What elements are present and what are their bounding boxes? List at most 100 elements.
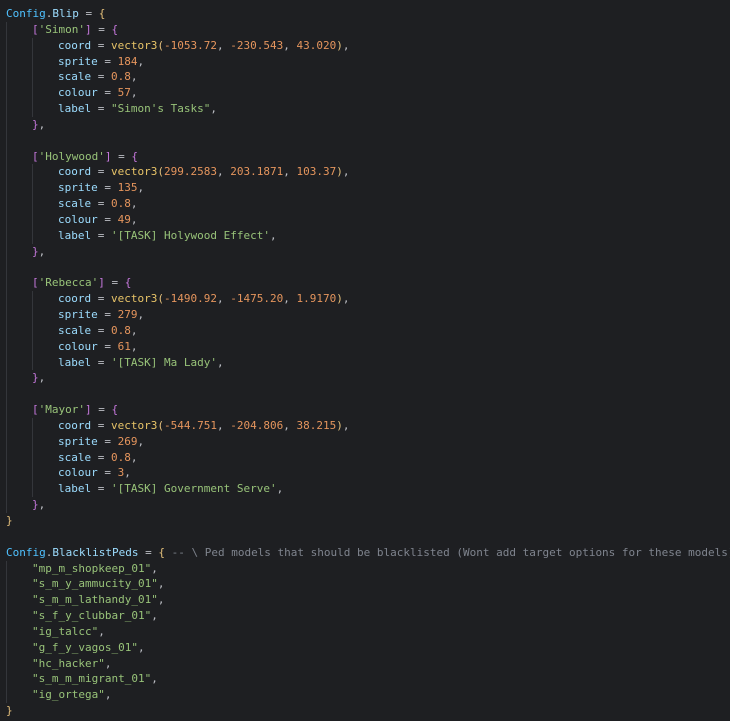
code-line[interactable]: label = '[TASK] Government Serve',: [0, 481, 730, 498]
code-token-op: =: [91, 228, 111, 242]
code-token-brace2: }: [32, 498, 39, 512]
code-line[interactable]: scale = 0.8,: [0, 196, 730, 212]
code-line[interactable]: },: [0, 243, 730, 260]
code-token-num: 0.8: [111, 197, 131, 211]
code-line[interactable]: [0, 259, 730, 276]
code-token-num: 57: [117, 86, 131, 100]
code-token-punc: ,: [104, 656, 112, 670]
code-line[interactable]: coord = vector3(-1490.92, -1475.20, 1.91…: [0, 291, 730, 308]
code-line[interactable]: colour = 57,: [0, 85, 730, 102]
code-line[interactable]: sprite = 135,: [0, 180, 730, 197]
code-token-punc: ,: [38, 117, 46, 131]
code-token-fn: vector3: [111, 292, 158, 306]
indent-guide: [32, 180, 33, 197]
code-content: label = '[TASK] Government Serve',: [6, 482, 283, 495]
code-content: scale = 0.8,: [6, 197, 138, 210]
code-line[interactable]: scale = 0.8,: [0, 69, 730, 86]
code-line[interactable]: [0, 386, 730, 403]
code-token-num: 103.37: [296, 165, 337, 179]
code-token-str: "g_f_y_vagos_01": [32, 640, 138, 654]
code-token-com: -- \ Ped models that should be blacklist…: [171, 545, 730, 559]
code-token-punc: ,: [216, 355, 224, 369]
code-token-brace2: {: [111, 22, 119, 36]
code-line[interactable]: "s_f_y_clubbar_01",: [0, 608, 730, 624]
code-token-num: 0.8: [111, 450, 131, 464]
code-token-punc: ,: [38, 371, 46, 385]
code-line[interactable]: sprite = 184,: [0, 53, 730, 70]
code-line[interactable]: "ig_ortega",: [0, 687, 730, 704]
code-token-op: =: [91, 292, 111, 306]
code-line[interactable]: },: [0, 116, 730, 133]
code-line[interactable]: [0, 529, 730, 545]
code-line[interactable]: [0, 132, 730, 149]
code-token-punc: ,: [342, 38, 350, 52]
code-line[interactable]: "hc_hacker",: [0, 655, 730, 672]
code-token-prop: sprite: [58, 308, 98, 322]
code-line[interactable]: ['Mayor'] = {: [0, 402, 730, 418]
indent-guide: [32, 307, 33, 323]
code-token-punc: ,: [137, 181, 145, 195]
indent-guide: [6, 671, 7, 688]
code-content: },: [6, 371, 45, 384]
code-token-str: "Simon's Tasks": [111, 102, 211, 116]
code-line[interactable]: colour = 61,: [0, 338, 730, 355]
code-line[interactable]: colour = 3,: [0, 465, 730, 482]
code-token-punc: ,: [38, 244, 46, 258]
code-line[interactable]: coord = vector3(-1053.72, -230.543, 43.0…: [0, 37, 730, 54]
code-line[interactable]: coord = vector3(-544.751, -204.806, 38.2…: [0, 417, 730, 434]
indent-guide: [6, 69, 7, 86]
code-token-punc: ,: [130, 197, 138, 211]
indent-guide: [6, 307, 7, 323]
indent-guide: [6, 196, 7, 212]
code-line[interactable]: "g_f_y_vagos_01",: [0, 639, 730, 656]
code-line[interactable]: },: [0, 370, 730, 387]
code-line[interactable]: "s_m_m_lathandy_01",: [0, 592, 730, 609]
code-token-brace: ): [336, 292, 343, 306]
code-line[interactable]: "ig_talcc",: [0, 623, 730, 640]
code-token-obj: Config: [6, 7, 46, 20]
code-line[interactable]: coord = vector3(299.2583, 203.1871, 103.…: [0, 164, 730, 181]
code-token-brace2: }: [32, 117, 39, 131]
code-content: coord = vector3(-544.751, -204.806, 38.2…: [6, 419, 349, 432]
code-line[interactable]: Config.Blip = {: [0, 6, 730, 22]
code-content: Config.Blip = {: [6, 7, 105, 20]
code-content: "ig_talcc",: [6, 625, 105, 638]
code-token-prop: label: [58, 482, 92, 496]
code-line[interactable]: label = "Simon's Tasks",: [0, 101, 730, 117]
code-content: coord = vector3(-1053.72, -230.543, 43.0…: [6, 39, 349, 52]
code-token-str: 'Holywood': [38, 149, 105, 163]
code-token-brace2: [: [32, 403, 39, 417]
indent-guide: [6, 497, 7, 513]
code-token-punc: ,: [210, 102, 217, 116]
code-line[interactable]: sprite = 279,: [0, 307, 730, 323]
code-line[interactable]: scale = 0.8,: [0, 449, 730, 466]
code-line[interactable]: sprite = 269,: [0, 433, 730, 450]
code-line[interactable]: Config.BlacklistPeds = { -- \ Ped models…: [0, 545, 730, 561]
code-line[interactable]: ['Holywood'] = {: [0, 148, 730, 165]
code-line[interactable]: }: [0, 703, 730, 719]
code-token-op: =: [104, 276, 125, 290]
code-line[interactable]: "mp_m_shopkeep_01",: [0, 560, 730, 577]
code-line[interactable]: label = '[TASK] Ma Lady',: [0, 354, 730, 371]
code-content: ['Holywood'] = {: [6, 150, 138, 163]
code-line[interactable]: }: [0, 513, 730, 529]
code-line[interactable]: scale = 0.8,: [0, 322, 730, 339]
code-content: colour = 49,: [6, 213, 138, 226]
code-token-punc: ,: [137, 640, 145, 654]
code-line[interactable]: label = '[TASK] Holywood Effect',: [0, 227, 730, 244]
indent-guide: [6, 21, 7, 38]
indent-guide: [6, 465, 7, 482]
code-line[interactable]: ['Simon'] = {: [0, 21, 730, 38]
indent-guide: [6, 148, 7, 165]
code-editor[interactable]: Config.Blip = { ['Simon'] = { coord = vect…: [0, 0, 730, 721]
code-token-prop: sprite: [58, 54, 98, 68]
indent-guide: [6, 132, 7, 149]
code-line[interactable]: "s_m_m_migrant_01",: [0, 671, 730, 688]
code-content: ['Simon'] = {: [6, 23, 118, 36]
code-line[interactable]: ['Rebecca'] = {: [0, 275, 730, 292]
code-token-punc: ,: [216, 292, 231, 306]
code-token-str: "mp_m_shopkeep_01": [32, 561, 152, 575]
code-line[interactable]: },: [0, 497, 730, 513]
code-line[interactable]: "s_m_y_ammucity_01",: [0, 576, 730, 593]
code-line[interactable]: colour = 49,: [0, 211, 730, 228]
